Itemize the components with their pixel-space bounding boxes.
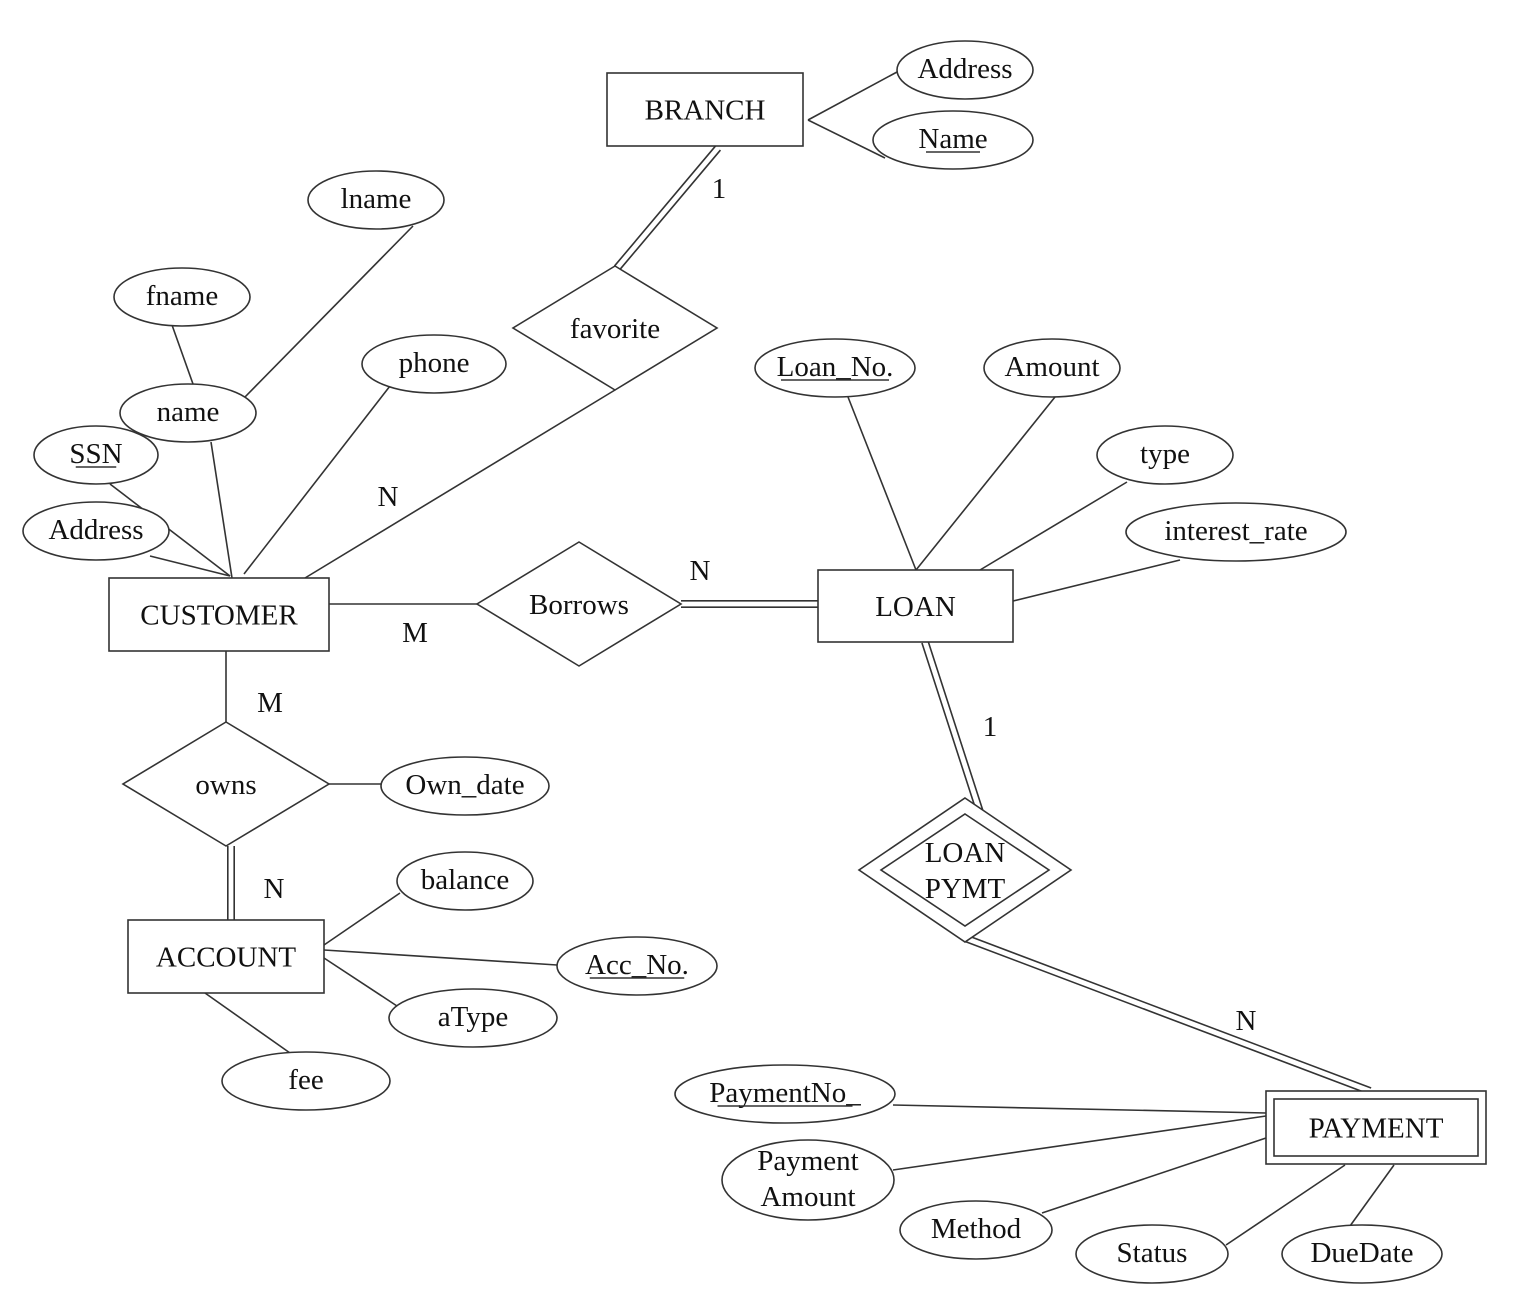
identifying-inner-diamond	[879, 813, 1051, 927]
connector-acc-no	[323, 949, 558, 966]
label-text: lname	[341, 183, 412, 215]
connector-method	[1041, 1137, 1267, 1214]
attribute-fee[interactable]: fee	[221, 1051, 391, 1111]
total-participation-loanpymt-payment	[963, 934, 1372, 1095]
cardinality-loan-loanpymt: 1	[983, 711, 998, 743]
label-text: interest_rate	[1164, 515, 1307, 547]
total-participation-borrows-loan	[681, 599, 818, 609]
connector-fee	[204, 992, 291, 1054]
relationship-favorite[interactable]: favorite	[511, 265, 719, 391]
label-text: Amount	[760, 1181, 855, 1213]
attribute-lname[interactable]: lname	[307, 170, 445, 230]
connector-loan-no	[847, 396, 917, 571]
attribute-loan-no[interactable]: Loan_No.	[754, 338, 916, 398]
label-text: favorite	[570, 313, 660, 345]
attribute-payment-amount[interactable]: Payment Amount	[721, 1139, 895, 1221]
connector-branch-address	[807, 71, 898, 121]
attribute-status[interactable]: Status	[1075, 1224, 1229, 1284]
label-text: LOAN	[925, 837, 1006, 869]
total-participation-branch-favorite	[613, 145, 722, 271]
attribute-branch-name[interactable]: Name	[872, 110, 1034, 170]
relationship-owns[interactable]: owns	[121, 721, 331, 847]
connector-interest-rate	[1012, 559, 1181, 602]
connector-atype	[323, 957, 398, 1007]
cardinality-branch-favorite: 1	[712, 173, 727, 205]
total-participation-owns-account	[227, 846, 235, 920]
connector-payment-no	[892, 1104, 1267, 1114]
attribute-atype[interactable]: aType	[388, 988, 558, 1048]
attribute-balance[interactable]: balance	[396, 851, 534, 911]
label-text: Payment	[757, 1145, 859, 1177]
label-text: Status	[1117, 1237, 1188, 1269]
attribute-ssn[interactable]: SSN	[33, 425, 159, 485]
attribute-name[interactable]: name	[119, 383, 257, 443]
entity-label: BRANCH	[645, 95, 766, 127]
label-text: PaymentNo_	[709, 1077, 861, 1109]
label-text: SSN	[69, 438, 122, 470]
attribute-payment-no[interactable]: PaymentNo_	[674, 1064, 896, 1124]
entity-label: PAYMENT	[1309, 1113, 1444, 1145]
connector-type	[979, 481, 1128, 571]
attribute-customer-address[interactable]: Address	[22, 501, 170, 561]
label-text: fee	[288, 1064, 323, 1096]
label-text: DueDate	[1310, 1237, 1413, 1269]
connector-amount	[915, 396, 1056, 571]
label-text: fname	[146, 280, 218, 312]
label-text: aType	[438, 1001, 508, 1033]
connector-fname	[171, 324, 194, 385]
er-diagram: BRANCH CUSTOMER LOAN ACCOUNT PAYMENT favorite…	[0, 0, 1516, 1308]
label-text: Address	[917, 53, 1012, 85]
entity-payment[interactable]: PAYMENT	[1265, 1090, 1487, 1165]
cardinality-account-owns: N	[264, 873, 285, 905]
label-text: balance	[421, 864, 510, 896]
relationship-borrows[interactable]: Borrows	[475, 541, 683, 667]
connector-payment-amount	[892, 1115, 1267, 1171]
relationship-loanpymt[interactable]: LOAN PYMT	[857, 797, 1073, 943]
attribute-type[interactable]: type	[1096, 425, 1234, 485]
entity-loan[interactable]: LOAN	[817, 569, 1014, 643]
label-text: owns	[195, 769, 256, 801]
label-text: Loan_No.	[777, 351, 894, 383]
total-participation-loan-loanpymt	[921, 640, 984, 814]
entity-label: CUSTOMER	[140, 600, 298, 632]
attribute-branch-address[interactable]: Address	[896, 40, 1034, 100]
attribute-fname[interactable]: fname	[113, 267, 251, 327]
attribute-due-date[interactable]: DueDate	[1281, 1224, 1443, 1284]
attribute-phone[interactable]: phone	[361, 334, 507, 394]
label-text: Acc_No.	[585, 949, 689, 981]
label-text: Own_date	[405, 769, 524, 801]
label-text: Name	[918, 123, 987, 155]
attribute-interest-rate[interactable]: interest_rate	[1125, 502, 1347, 562]
label-text: type	[1140, 438, 1190, 470]
entity-customer[interactable]: CUSTOMER	[108, 577, 330, 652]
connector-name	[210, 441, 233, 579]
label-text: name	[157, 396, 220, 428]
connector-due-date	[1349, 1164, 1395, 1227]
entity-label: LOAN	[875, 591, 956, 623]
attribute-amount[interactable]: Amount	[983, 338, 1121, 398]
entity-label: ACCOUNT	[156, 942, 296, 974]
label-text: Amount	[1004, 351, 1099, 383]
cardinality-payment-loanpymt: N	[1236, 1005, 1257, 1037]
cardinality-customer-borrows: M	[402, 617, 428, 649]
entity-branch[interactable]: BRANCH	[606, 72, 804, 147]
attribute-acc-no[interactable]: Acc_No.	[556, 936, 718, 996]
connector-phone	[243, 385, 391, 575]
connector-balance	[323, 892, 401, 946]
label-text: PYMT	[925, 873, 1006, 905]
attribute-own-date[interactable]: Own_date	[380, 756, 550, 816]
cardinality-customer-owns: M	[257, 687, 283, 719]
label-text: Method	[931, 1213, 1022, 1245]
attribute-method[interactable]: Method	[899, 1200, 1053, 1260]
cardinality-customer-favorite: N	[378, 481, 399, 513]
label-text: phone	[399, 347, 470, 379]
entity-account[interactable]: ACCOUNT	[127, 919, 325, 994]
label-text: Address	[48, 514, 143, 546]
label-text: Borrows	[529, 589, 629, 621]
cardinality-loan-borrows: N	[690, 555, 711, 587]
er-diagram-canvas: BRANCH CUSTOMER LOAN ACCOUNT PAYMENT favorite…	[22, 40, 1487, 1284]
